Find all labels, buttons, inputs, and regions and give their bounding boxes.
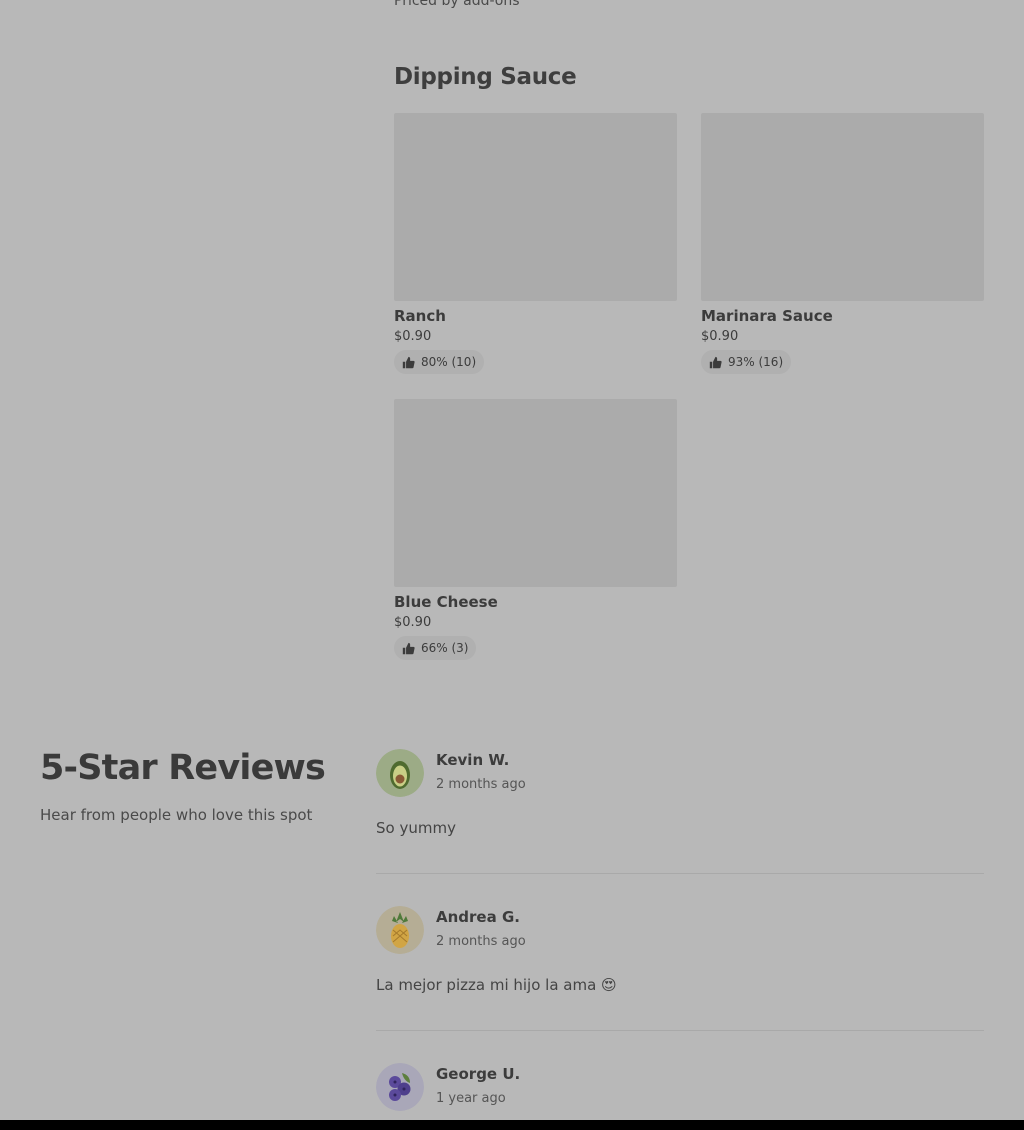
item-price: $0.90 xyxy=(701,329,739,344)
reviewer-name: Kevin W. xyxy=(436,751,510,769)
item-price: $0.90 xyxy=(394,615,432,630)
item-image-placeholder[interactable] xyxy=(394,399,677,587)
rating-text: 80% (10) xyxy=(421,355,477,369)
item-image-placeholder[interactable] xyxy=(701,113,984,301)
rating-badge: 93% (16) xyxy=(701,350,792,374)
divider xyxy=(376,873,984,874)
reviews-subtitle: Hear from people who love this spot xyxy=(40,806,313,824)
item-image-placeholder[interactable] xyxy=(394,113,677,301)
rating-badge: 80% (10) xyxy=(394,350,485,374)
priced-by-addons-note: Priced by add-ons xyxy=(394,0,520,9)
reviews-title: 5-Star Reviews xyxy=(40,748,326,788)
menu-item-card[interactable]: Ranch $0.90 80% (10) xyxy=(394,113,677,374)
item-price: $0.90 xyxy=(394,329,432,344)
avocado-icon xyxy=(376,749,424,797)
rating-badge: 66% (3) xyxy=(394,636,477,660)
review-text: La mejor pizza mi hijo la ama 😍 xyxy=(376,976,617,994)
review-item: Kevin W. 2 months ago So yummy xyxy=(376,749,984,849)
item-name: Ranch xyxy=(394,307,446,325)
blueberries-icon xyxy=(376,1063,424,1111)
thumbs-up-icon xyxy=(709,356,722,368)
pineapple-icon xyxy=(376,906,424,954)
thumbs-up-icon xyxy=(402,642,415,654)
page: Priced by add-ons Dipping Sauce Ranch $0… xyxy=(0,0,1024,1130)
menu-item-card[interactable]: Marinara Sauce $0.90 93% (16) xyxy=(701,113,984,374)
review-time: 1 year ago xyxy=(436,1091,506,1106)
item-name: Marinara Sauce xyxy=(701,307,833,325)
review-time: 2 months ago xyxy=(436,934,526,949)
item-name: Blue Cheese xyxy=(394,593,498,611)
review-item: Andrea G. 2 months ago La mejor pizza mi… xyxy=(376,906,984,1006)
bottom-bar xyxy=(0,1120,1024,1130)
reviewer-name: George U. xyxy=(436,1065,521,1083)
divider xyxy=(376,1030,984,1031)
reviewer-name: Andrea G. xyxy=(436,908,520,926)
thumbs-up-icon xyxy=(402,356,415,368)
menu-item-card[interactable]: Blue Cheese $0.90 66% (3) xyxy=(394,399,677,660)
review-item: George U. 1 year ago xyxy=(376,1063,984,1120)
section-title-dipping-sauce: Dipping Sauce xyxy=(394,64,577,90)
rating-text: 66% (3) xyxy=(421,641,469,655)
review-text: So yummy xyxy=(376,819,456,837)
rating-text: 93% (16) xyxy=(728,355,784,369)
review-time: 2 months ago xyxy=(436,777,526,792)
